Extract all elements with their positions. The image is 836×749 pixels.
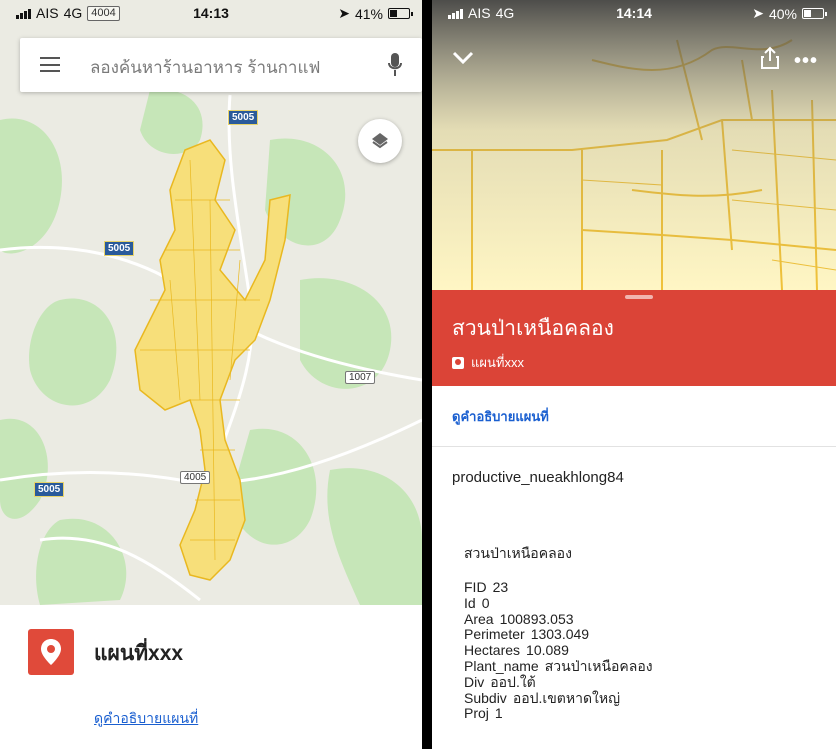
chevron-down-icon[interactable] (452, 48, 474, 66)
attribute-row: Plant_name สวนป่าเหนือคลอง (464, 657, 653, 674)
map-title: แผนที่xxx (94, 642, 184, 665)
battery-percent: 40% (768, 5, 797, 22)
road-label: 1007 (345, 371, 376, 384)
map-description-link[interactable]: ดูคำอธิบายแผนที่ (452, 406, 549, 427)
status-bar: AIS 4G 4004 14:13 ➤ 41% (0, 0, 422, 26)
location-arrow-icon: ➤ (338, 5, 350, 21)
road-label: 4005 (180, 471, 211, 484)
status-bar: AIS 4G 14:14 ➤ 40% (432, 0, 836, 26)
search-input[interactable]: ลองค้นหาร้านอาหาร ร้านกาแฟ (90, 54, 320, 81)
map-pin-icon (452, 356, 464, 369)
left-screen: AIS 4G 4004 14:13 ➤ 41% ลองค้นหาร้านอาหา… (0, 0, 422, 749)
attribute-row: Subdiv ออป.เขตหาดใหญ่ (464, 689, 621, 706)
map-pin-icon (28, 629, 74, 675)
drag-handle[interactable] (625, 295, 653, 299)
search-bar[interactable]: ลองค้นหาร้านอาหาร ร้านกาแฟ (20, 38, 422, 92)
attribute-list: FID 23 Id 0 Area 100893.053 Perimeter 1303.0… (464, 579, 653, 722)
road-label: 5005 (34, 482, 65, 497)
road-label: 5005 (228, 110, 259, 125)
hamburger-icon[interactable] (40, 57, 60, 72)
share-icon[interactable] (760, 46, 780, 70)
map-view-zoomed[interactable] (432, 0, 836, 290)
bottom-sheet[interactable]: แผนที่xxx ดูคำอธิบายแผนที่ (0, 605, 422, 749)
place-map-name: แผนที่xxx (452, 352, 524, 373)
right-screen: AIS 4G 14:14 ➤ 40% ••• สวนป่าเหนือคลอง แ… (432, 0, 836, 749)
attribute-row: Hectares 10.089 (464, 642, 569, 659)
attribute-row: Proj 1 (464, 705, 503, 722)
battery-icon (388, 8, 413, 19)
map-name-label: แผนที่xxx (471, 355, 524, 370)
place-title: สวนป่าเหนือคลอง (452, 317, 614, 340)
attribute-row: Perimeter 1303.049 (464, 626, 590, 643)
road-label: 5005 (104, 241, 135, 256)
attribute-row: Div ออป.ใต้ (464, 673, 536, 690)
attribute-row: Area 100893.053 (464, 610, 574, 627)
location-arrow-icon: ➤ (752, 5, 764, 21)
battery-icon (802, 8, 827, 19)
place-header[interactable]: สวนป่าเหนือคลอง แผนที่xxx (432, 290, 836, 386)
layer-name: productive_nueakhlong84 (452, 469, 624, 486)
more-options-icon[interactable]: ••• (794, 50, 818, 73)
layers-icon (372, 133, 388, 149)
feature-name: สวนป่าเหนือคลอง (464, 545, 572, 561)
mic-icon[interactable] (388, 52, 402, 78)
map-description-link[interactable]: ดูคำอธิบายแผนที่ (94, 708, 198, 730)
layers-button[interactable] (358, 119, 402, 163)
divider (432, 446, 836, 447)
attribute-row: Id 0 (464, 594, 490, 611)
battery-percent: 41% (354, 5, 383, 22)
attribute-row: FID 23 (464, 579, 509, 595)
